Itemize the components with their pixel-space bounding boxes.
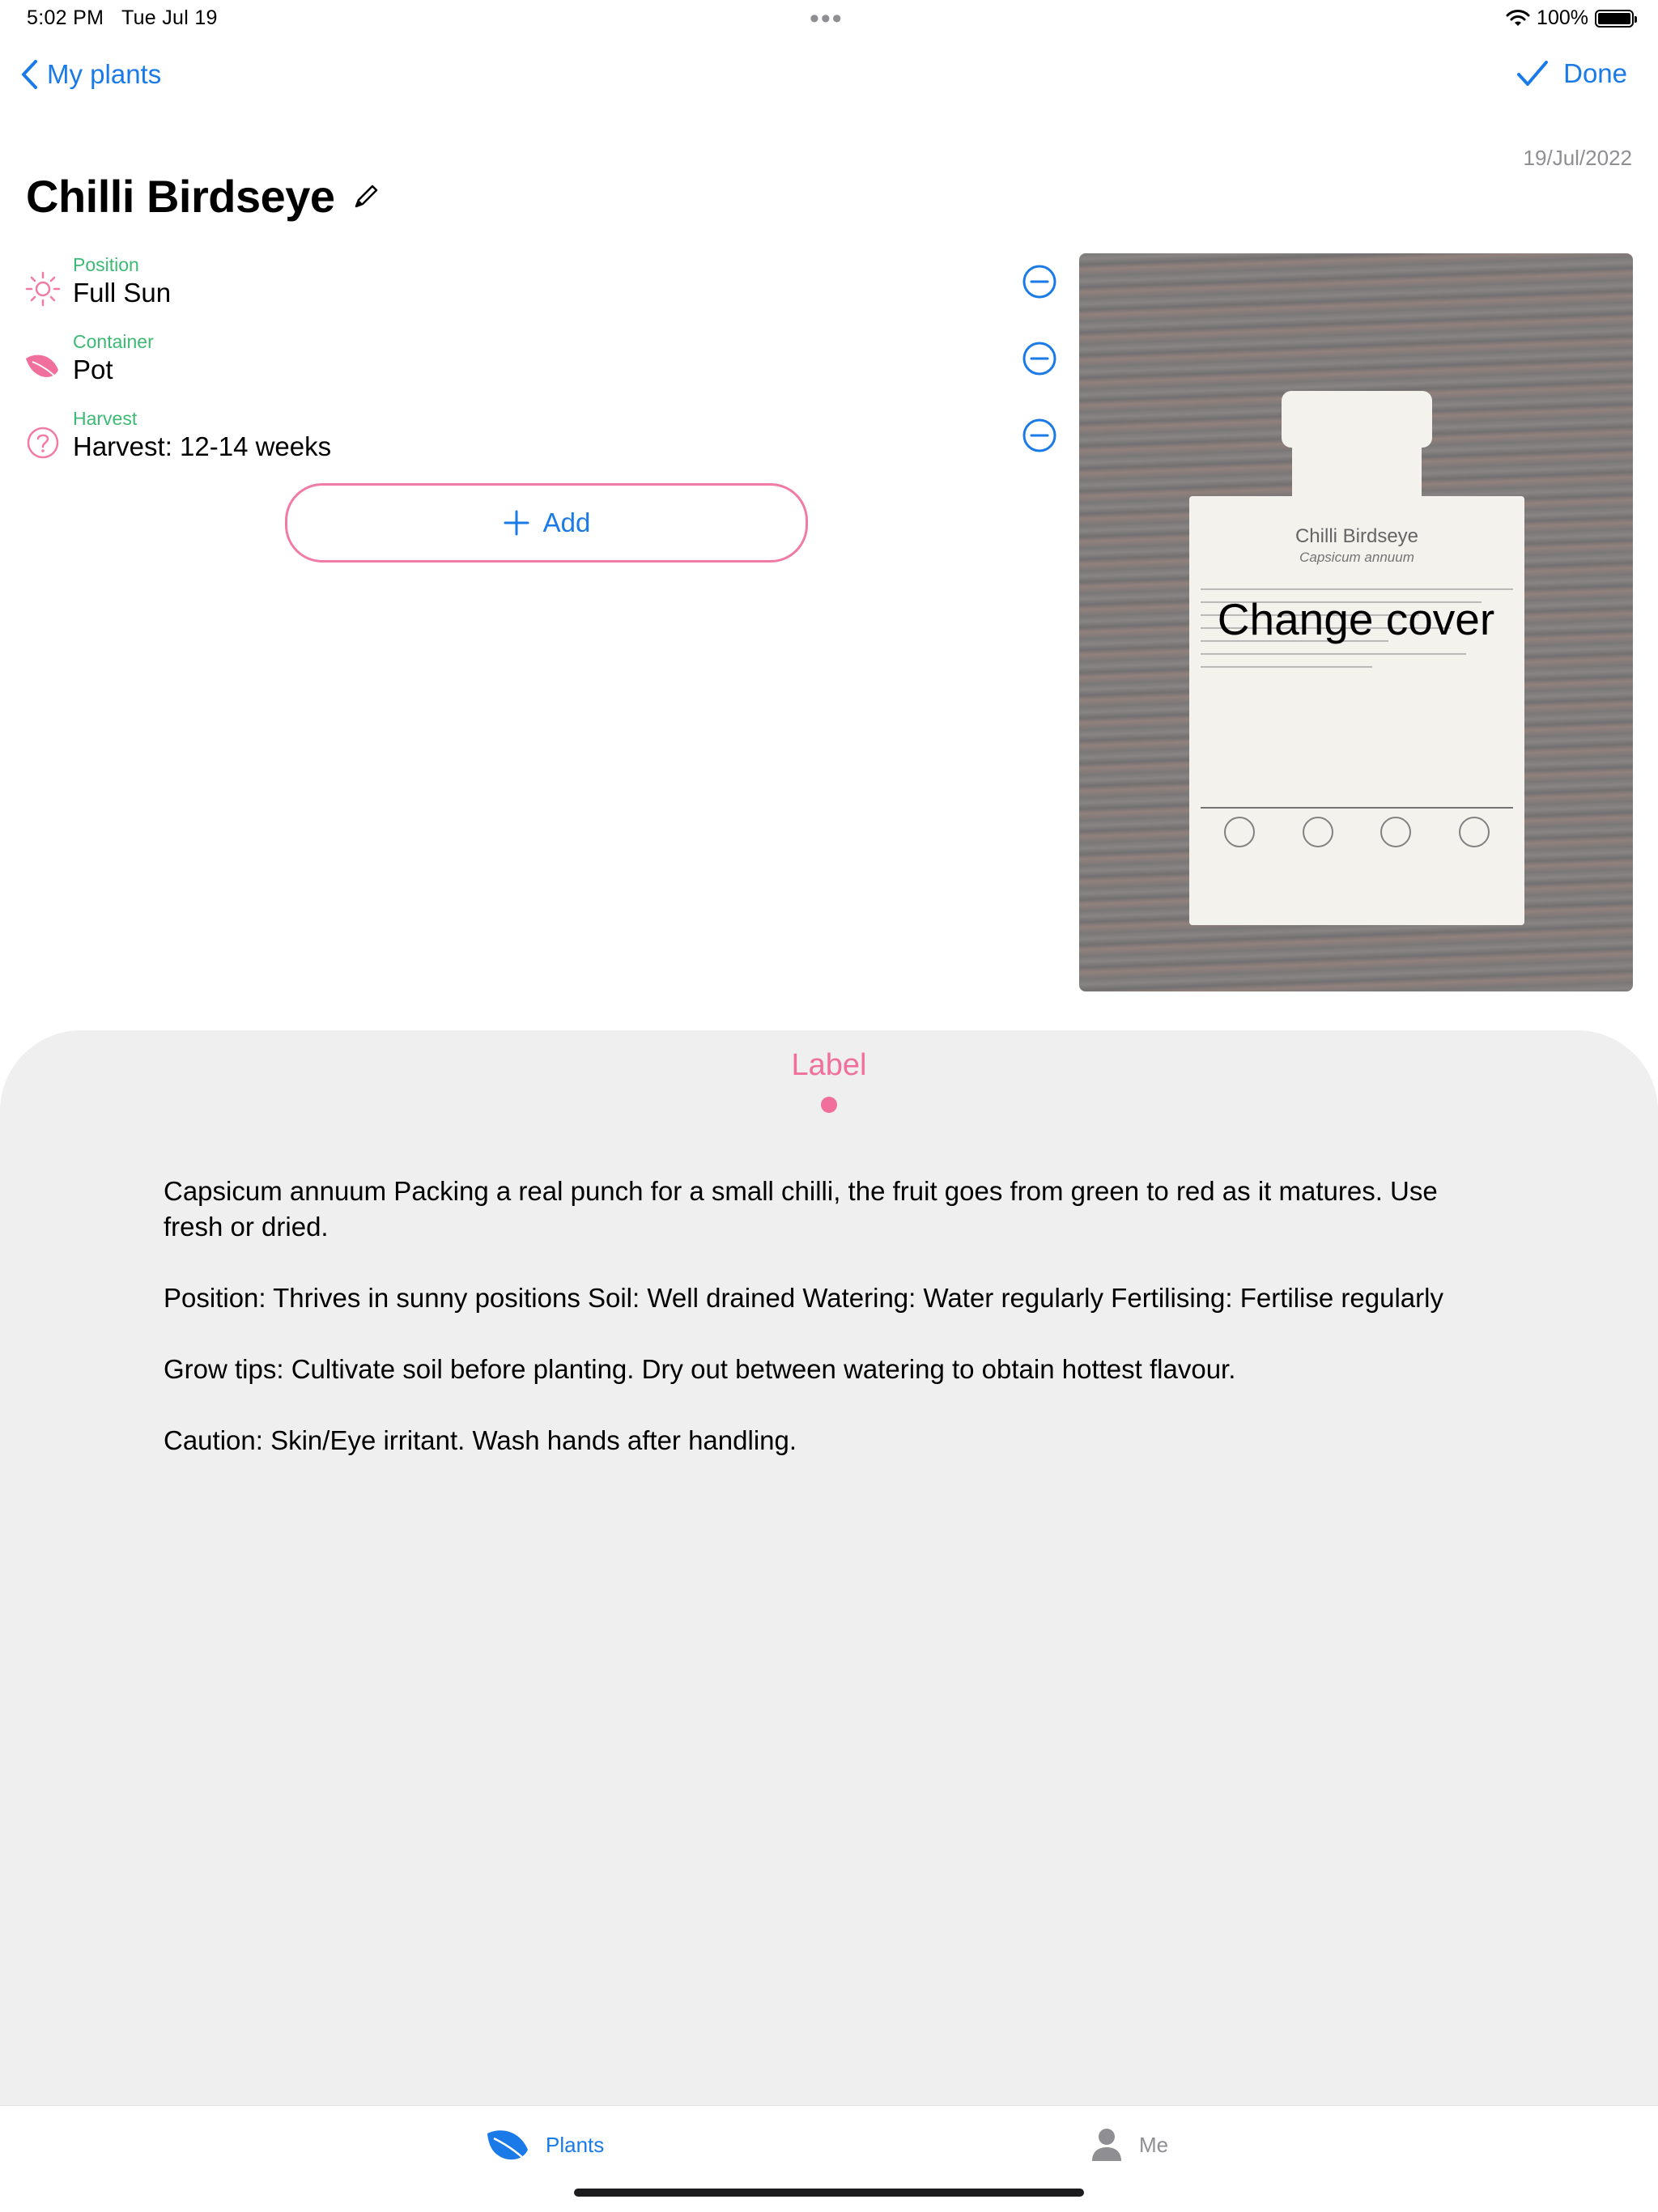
remove-harvest-button[interactable] [1022, 418, 1057, 453]
title-row: Chilli Birdseye [26, 170, 380, 223]
done-button[interactable]: Done [1516, 58, 1627, 89]
attribute-row-container: Container Pot [24, 329, 154, 386]
tab-me-label: Me [1139, 2132, 1169, 2157]
status-time: 5:02 PM Tue Jul 19 [27, 6, 218, 29]
attribute-label: Container [73, 331, 154, 352]
pencil-icon[interactable] [351, 182, 380, 211]
remove-container-button[interactable] [1022, 341, 1057, 376]
cover-image[interactable]: Chilli Birdseye Capsicum annuum Change c… [1079, 253, 1633, 991]
sheet-title: Label [791, 1048, 867, 1082]
attribute-row-harvest: Harvest Harvest: 12-14 weeks [24, 406, 331, 463]
checkmark-icon [1517, 61, 1549, 86]
back-button[interactable]: My plants [19, 58, 161, 91]
add-button-label: Add [542, 507, 591, 537]
leaf-icon [487, 2130, 528, 2162]
leaf-icon [26, 355, 58, 379]
attribute-value: Pot [73, 355, 113, 384]
home-indicator[interactable] [574, 2189, 1084, 2197]
tab-plants-label: Plants [546, 2132, 605, 2157]
plus-icon [504, 510, 529, 536]
person-icon [1092, 2129, 1121, 2161]
attribute-label: Harvest [73, 408, 138, 429]
label-paragraph: Capsicum annuum Packing a real punch for… [164, 1176, 1438, 1242]
battery-level [1598, 12, 1630, 24]
sun-icon [25, 271, 61, 307]
done-button-label: Done [1563, 58, 1627, 88]
multitasking-dots-icon[interactable]: ••• [810, 5, 844, 32]
attribute-value: Full Sun [73, 278, 172, 308]
page-indicator-dot [821, 1097, 837, 1113]
status-indicators: 100% [1506, 6, 1637, 30]
label-paragraph: Caution: Skin/Eye irritant. Wash hands a… [164, 1425, 797, 1455]
label-text: Capsicum annuum Packing a real punch for… [164, 1174, 1491, 1494]
plant-date: 19/Jul/2022 [1523, 146, 1632, 170]
add-attribute-button[interactable]: Add [285, 483, 808, 563]
attribute-label: Position [73, 254, 139, 275]
tab-me[interactable]: Me [1090, 2127, 1168, 2163]
plant-name: Chilli Birdseye [26, 171, 335, 222]
tab-plants[interactable]: Plants [486, 2127, 604, 2163]
wifi-icon [1506, 9, 1530, 26]
attribute-row-position: Position Full Sun [24, 253, 171, 309]
remove-position-button[interactable] [1022, 264, 1057, 299]
back-button-label: My plants [47, 59, 162, 89]
chevron-left-icon [22, 60, 37, 89]
attribute-value: Harvest: 12-14 weeks [73, 431, 332, 461]
label-paragraph: Position: Thrives in sunny positions Soi… [164, 1283, 1443, 1313]
question-icon [27, 427, 59, 459]
battery-icon [1595, 9, 1637, 28]
battery-percent: 100% [1537, 6, 1588, 29]
label-paragraph: Grow tips: Cultivate soil before plantin… [164, 1354, 1236, 1384]
change-cover-label: Change cover [1217, 594, 1495, 644]
